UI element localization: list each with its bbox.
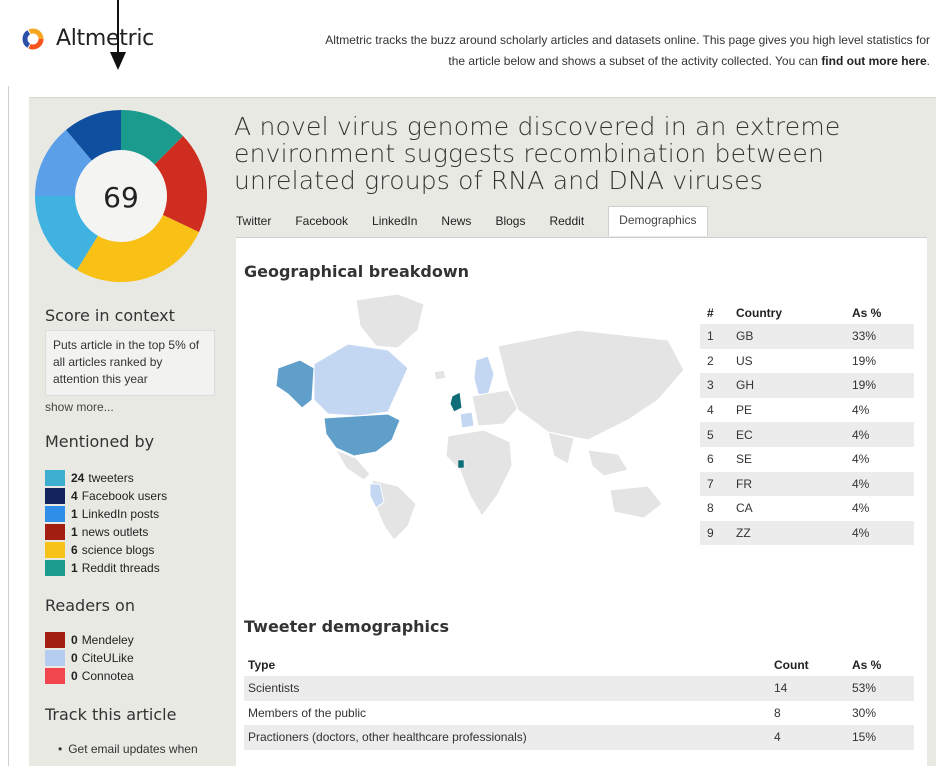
map-se-asia	[587, 449, 629, 477]
tab-reddit[interactable]: Reddit	[549, 208, 584, 236]
table-row: 3 GH 19%	[700, 373, 914, 398]
table-row: 1 GB 33%	[700, 324, 914, 349]
readers-list: 0 Mendeley 0 CiteULike 0 Connotea	[45, 631, 134, 685]
geo-table-header: # Country As %	[700, 302, 914, 324]
mention-news[interactable]: 1 news outlets	[45, 523, 167, 541]
score-in-context-heading: Score in context	[45, 306, 175, 325]
table-row: 7 FR 4%	[700, 471, 914, 497]
geo-col-country: Country	[736, 306, 782, 320]
email-updates-link[interactable]: Get email updates when	[58, 742, 197, 756]
geo-col-rank: #	[707, 306, 714, 320]
reader-citeulike[interactable]: 0 CiteULike	[45, 649, 134, 667]
table-row: 2 US 19%	[707, 353, 877, 368]
mention-facebook[interactable]: 4 Facebook users	[45, 487, 167, 505]
table-row: 8 CA 4%	[707, 501, 870, 516]
track-article-heading: Track this article	[45, 705, 177, 724]
map-iceland	[433, 369, 447, 381]
readers-on-heading: Readers on	[45, 596, 135, 615]
news-swatch	[45, 524, 65, 540]
table-row: 9 ZZ 4%	[700, 520, 914, 546]
connotea-swatch	[45, 668, 65, 684]
mention-blogs[interactable]: 6 science blogs	[45, 541, 167, 559]
map-europe	[471, 389, 519, 427]
tab-twitter[interactable]: Twitter	[236, 208, 271, 236]
table-row: 6 SE 4%	[707, 452, 870, 467]
mention-tweeters[interactable]: 24 tweeters	[45, 469, 167, 487]
brand-name: Altmetric	[56, 26, 154, 51]
altmetric-logo[interactable]: Altmetric	[22, 26, 154, 51]
map-ghana	[457, 459, 465, 469]
map-africa	[445, 429, 513, 517]
reddit-swatch	[45, 560, 65, 576]
altmetric-logo-icon	[22, 28, 44, 49]
facebook-swatch	[45, 488, 65, 504]
mentioned-by-list: 24 tweeters 4 Facebook users 1 LinkedIn pos…	[45, 469, 167, 577]
show-more-link[interactable]: show more...	[45, 400, 114, 414]
map-uk	[449, 391, 463, 413]
tab-blogs[interactable]: Blogs	[495, 208, 525, 236]
reader-mendeley[interactable]: 0 Mendeley	[45, 631, 134, 649]
score-context-box: Puts article in the top 5% of all articl…	[45, 330, 215, 396]
blogs-swatch	[45, 542, 65, 558]
reader-connotea[interactable]: 0 Connotea	[45, 667, 134, 685]
table-row: 4 PE 4%	[707, 403, 870, 418]
mention-reddit[interactable]: 1 Reddit threads	[45, 559, 167, 577]
tab-demographics[interactable]: Demographics	[608, 206, 708, 236]
tab-facebook[interactable]: Facebook	[295, 208, 348, 236]
find-out-more-link[interactable]: find out more here	[821, 54, 926, 68]
demo-col-count: Count	[774, 658, 809, 672]
demo-col-type: Type	[248, 658, 276, 672]
geographical-breakdown-heading: Geographical breakdown	[244, 262, 470, 281]
map-australia	[609, 485, 663, 519]
table-row: Members of the public 8 30%	[248, 705, 877, 720]
map-alaska	[275, 359, 315, 409]
map-asia	[497, 329, 685, 441]
intro-text: Altmetric tracks the buzz around scholar…	[325, 33, 930, 68]
tweeters-swatch	[45, 470, 65, 486]
map-france	[459, 411, 475, 429]
tweeter-demographics-heading: Tweeter demographics	[244, 617, 450, 636]
table-row: Practioners (doctors, other healthcare p…	[244, 725, 914, 750]
map-greenland	[355, 293, 425, 349]
down-arrow-annotation	[110, 0, 126, 70]
map-canada	[313, 343, 409, 417]
article-title: A novel virus genome discovered in an ex…	[234, 112, 841, 195]
map-scandinavia	[473, 355, 495, 397]
mention-linkedin[interactable]: 1 LinkedIn posts	[45, 505, 167, 523]
demo-col-percent: As %	[852, 658, 882, 672]
demo-table-header: Type Count As %	[244, 654, 914, 676]
world-map[interactable]	[248, 290, 688, 540]
altmetric-score: 69	[103, 181, 139, 214]
geo-col-percent: As %	[852, 306, 882, 320]
page-border	[8, 86, 9, 766]
linkedin-swatch	[45, 506, 65, 522]
tab-bar: Twitter Facebook LinkedIn News Blogs Red…	[236, 206, 708, 236]
mentioned-by-heading: Mentioned by	[45, 432, 155, 451]
geo-table: # Country As % 1 GB 33% 2 US 19% 3 GH 19% 4 PE 4…	[700, 302, 914, 546]
table-row: Scientists 14 53%	[244, 676, 914, 701]
citeulike-swatch	[45, 650, 65, 666]
tab-linkedin[interactable]: LinkedIn	[372, 208, 417, 236]
map-india	[547, 431, 575, 465]
mendeley-swatch	[45, 632, 65, 648]
tab-news[interactable]: News	[441, 208, 471, 236]
table-row: 5 EC 4%	[700, 422, 914, 447]
demographics-table: Type Count As % Scientists 14 53% Members …	[244, 654, 914, 750]
